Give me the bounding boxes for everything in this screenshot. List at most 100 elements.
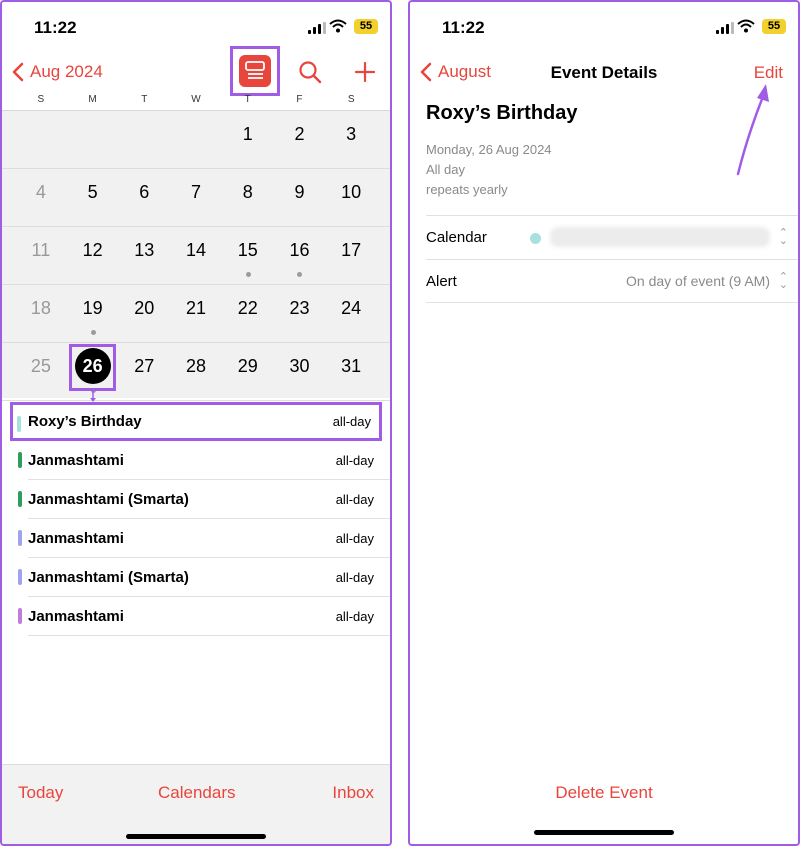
day-number: 6 (139, 182, 150, 202)
calendar-color-bar (18, 530, 22, 546)
day-number: 11 (31, 240, 51, 260)
day-cell[interactable]: 30 (274, 343, 326, 400)
nav-title: Event Details (550, 63, 658, 82)
calendar-color-bar (18, 608, 22, 624)
day-cell[interactable]: 24 (325, 285, 377, 342)
day-cell[interactable]: 28 (170, 343, 222, 400)
day-number: 24 (341, 298, 362, 318)
today-button[interactable]: Today (18, 783, 63, 803)
weekday-label: W (191, 94, 201, 105)
list-view-button[interactable] (230, 46, 280, 96)
selected-day-highlight (69, 344, 116, 391)
calendar-color-bar (18, 569, 22, 585)
week-row: 18 19 20 21 22 23 24 (2, 285, 390, 343)
day-number (75, 116, 111, 152)
event-repeat: repeats yearly (426, 182, 508, 197)
day-number: 10 (341, 182, 362, 202)
day-cell[interactable]: 20 (118, 285, 170, 342)
day-cell[interactable]: 2 (274, 111, 326, 168)
week-row: 1 2 3 (2, 111, 390, 169)
calendar-row[interactable]: Calendar ⌃ ⌄ (426, 215, 798, 259)
day-number: 20 (134, 298, 155, 318)
day-cell[interactable]: 10 (325, 169, 377, 226)
day-number: 1 (242, 124, 253, 144)
day-cell[interactable]: 31 (325, 343, 377, 400)
calendars-button[interactable]: Calendars (158, 783, 236, 803)
weekday-label: M (88, 94, 97, 105)
week-row: 11 12 13 14 15 16 17 (2, 227, 390, 285)
calendar-color-bar (17, 416, 21, 432)
chevron-left-icon (12, 62, 24, 82)
day-number: 16 (289, 240, 310, 260)
day-cell[interactable]: 21 (170, 285, 222, 342)
day-cell[interactable]: 19 (67, 285, 119, 342)
day-cell[interactable]: 23 (274, 285, 326, 342)
home-indicator (126, 834, 266, 839)
event-row[interactable]: Roxy’s Birthday all-day (10, 402, 382, 441)
day-cell-empty (170, 111, 222, 168)
day-cell[interactable]: 3 (325, 111, 377, 168)
event-row[interactable]: Janmashtami all-day (2, 597, 390, 636)
day-cell[interactable]: 29 (222, 343, 274, 400)
delete-event-button[interactable]: Delete Event (410, 783, 798, 803)
day-cell[interactable]: 1 (222, 111, 274, 168)
status-bar: 11:22 55 (2, 16, 390, 40)
day-cell[interactable]: 14 (170, 227, 222, 284)
day-cell[interactable]: 27 (118, 343, 170, 400)
event-row[interactable]: Janmashtami (Smarta) all-day (2, 558, 390, 597)
event-row[interactable]: Janmashtami (Smarta) all-day (2, 480, 390, 519)
weekday-label: S (37, 94, 45, 105)
day-cell[interactable]: 17 (325, 227, 377, 284)
day-cell[interactable]: 5 (67, 169, 119, 226)
event-list: Roxy’s Birthday all-day Janmashtami all-day… (2, 402, 390, 636)
battery-indicator: 55 (354, 19, 378, 34)
weekday-label: T (141, 94, 148, 105)
day-cell[interactable]: 8 (222, 169, 274, 226)
event-row[interactable]: Janmashtami all-day (2, 441, 390, 480)
weekday-label: T (244, 94, 251, 105)
day-cell[interactable]: 13 (118, 227, 170, 284)
day-number: 25 (30, 356, 51, 376)
day-cell[interactable]: 16 (274, 227, 326, 284)
day-number: 19 (82, 298, 103, 318)
cellular-signal-icon (716, 22, 734, 34)
event-title: Janmashtami (28, 530, 124, 547)
day-cell[interactable]: 18 (15, 285, 67, 342)
back-label: Aug 2024 (30, 62, 103, 81)
day-cell[interactable]: 12 (67, 227, 119, 284)
plus-icon[interactable] (354, 61, 376, 83)
event-row[interactable]: Janmashtami all-day (2, 519, 390, 558)
day-number: 4 (35, 182, 46, 202)
day-number: 30 (289, 356, 310, 376)
day-cell[interactable]: 7 (170, 169, 222, 226)
weekday-header: SMTWTFS (2, 94, 390, 108)
month-grid: 1 2 3 4 5 6 7 8 9 10 11 12 13 14 15 16 17 18 19 20 21 22 23 24 2… (2, 110, 390, 401)
day-cell[interactable]: 15 (222, 227, 274, 284)
day-cell[interactable]: 22 (222, 285, 274, 342)
back-to-year-button[interactable]: Aug 2024 (12, 62, 103, 82)
day-cell[interactable]: 11 (15, 227, 67, 284)
wifi-icon (737, 19, 755, 33)
day-cell[interactable]: 9 (274, 169, 326, 226)
inbox-button[interactable]: Inbox (332, 783, 374, 803)
event-indicator-dot (297, 272, 303, 277)
battery-indicator: 55 (762, 19, 786, 34)
week-row: 25 26 27 28 29 30 31 (2, 343, 390, 401)
event-title: Roxy’s Birthday (28, 413, 142, 430)
list-view-icon (239, 55, 271, 87)
event-time: all-day (335, 453, 374, 468)
search-icon[interactable] (298, 60, 322, 84)
day-cell[interactable]: 25 (15, 343, 67, 400)
weekday-label: F (296, 94, 303, 105)
calendar-label: Calendar (426, 229, 487, 246)
chevron-up-down-icon: ⌃ ⌄ (778, 271, 788, 291)
day-cell[interactable]: 6 (118, 169, 170, 226)
edit-button[interactable]: Edit (754, 63, 783, 83)
alert-row[interactable]: Alert On day of event (9 AM) ⌃ ⌄ (426, 259, 798, 303)
alert-label: Alert (426, 273, 457, 290)
event-title: Roxy’s Birthday (426, 102, 578, 124)
day-cell[interactable]: 4 (15, 169, 67, 226)
annotation-arrow (736, 84, 769, 176)
alert-value: On day of event (9 AM) (626, 273, 770, 289)
day-number: 3 (346, 124, 357, 144)
